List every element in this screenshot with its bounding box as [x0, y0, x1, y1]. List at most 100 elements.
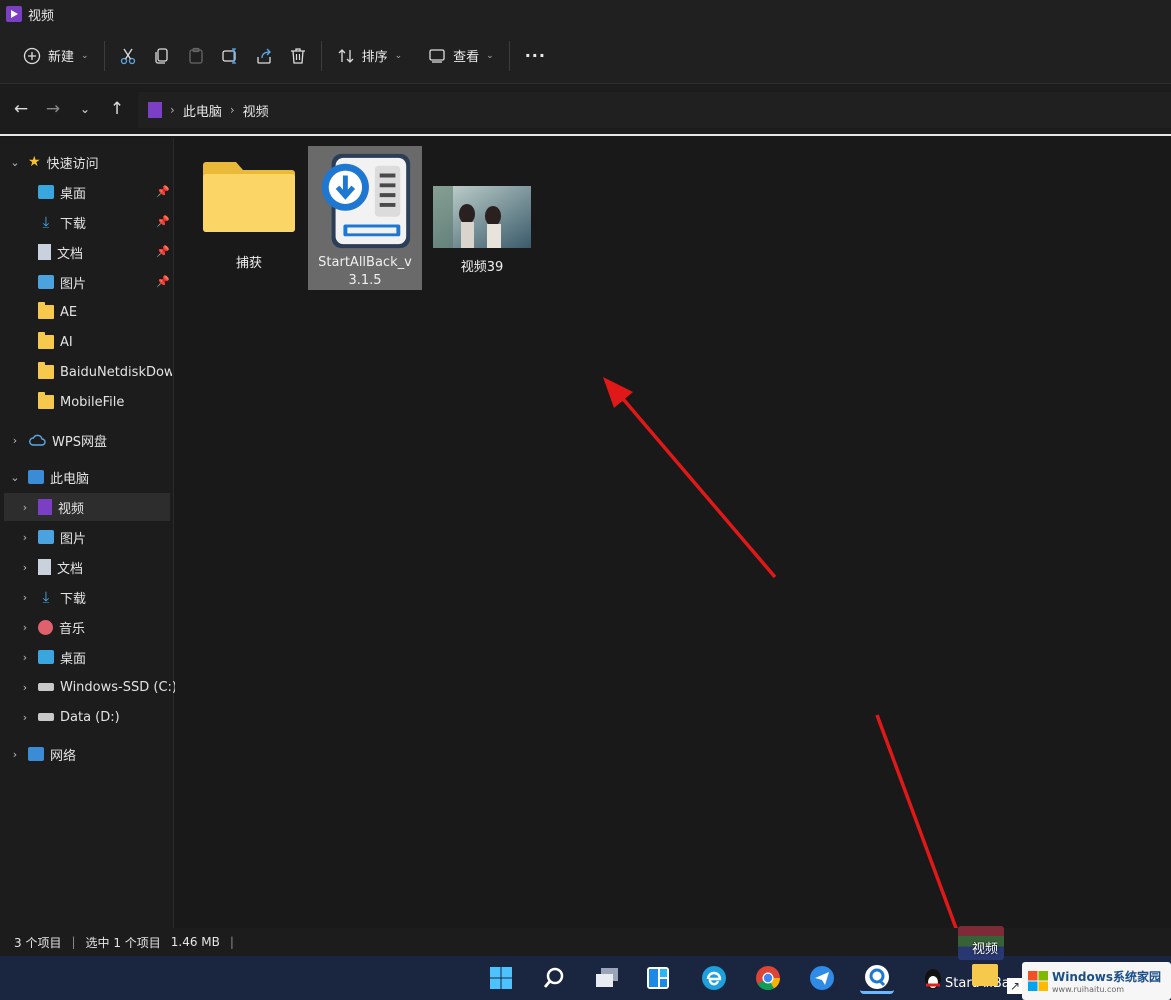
video-thumbnail-icon	[433, 186, 531, 248]
watermark-url: www.ruihaitu.com	[1052, 985, 1125, 994]
chevron-right-icon: ›	[22, 500, 28, 514]
sidebar-item-ae[interactable]: AE	[38, 298, 77, 326]
view-button[interactable]: 查看 ⌄	[419, 38, 503, 74]
search-icon	[543, 967, 564, 988]
share-button[interactable]	[247, 38, 281, 74]
file-name: 捕获	[235, 256, 262, 271]
forward-button[interactable]: →	[37, 93, 69, 125]
chevron-right-icon: ›	[229, 103, 235, 117]
sidebar-item-drive-d[interactable]: › Data (D:)	[18, 703, 120, 731]
sidebar-item-pictures[interactable]: 图片 📌	[38, 268, 170, 296]
sidebar-item-network[interactable]: › 网络	[8, 740, 76, 768]
widgets-button[interactable]	[641, 962, 675, 994]
sidebar-label: AE	[60, 304, 78, 320]
divider	[508, 40, 510, 71]
sidebar-item-ai[interactable]: AI	[38, 328, 73, 356]
penguin-icon	[925, 969, 941, 989]
sidebar-item-quick-access[interactable]: ⌄ ★ 快速访问	[8, 148, 98, 176]
sidebar-item-desktop-pc[interactable]: › 桌面	[18, 643, 86, 671]
clipboard-icon	[188, 47, 203, 64]
task-view-button[interactable]	[590, 962, 624, 994]
link-arrow-icon: ↗	[1007, 978, 1023, 994]
drag-file-explorer[interactable]: 视频	[958, 926, 1008, 986]
search-button[interactable]	[537, 962, 571, 994]
sidebar-label: Windows-SSD (C:)	[60, 679, 177, 695]
sidebar-label: 此电脑	[50, 471, 90, 487]
up-button[interactable]: ↑	[101, 93, 133, 125]
file-item-video[interactable]: 视频39	[427, 186, 537, 276]
plus-circle-icon	[23, 47, 41, 64]
chrome-button[interactable]	[751, 962, 785, 994]
sidebar-label: 下载	[60, 591, 87, 607]
back-button[interactable]: ←	[5, 93, 37, 125]
sidebar-label: WPS网盘	[52, 434, 107, 450]
file-explorer-icon	[972, 964, 998, 986]
picture-icon	[38, 275, 54, 289]
cut-button[interactable]	[111, 38, 145, 74]
sidebar-label: 图片	[60, 276, 87, 292]
copy-button[interactable]	[145, 38, 179, 74]
windows-logo-icon	[1028, 971, 1048, 991]
address-bar-row: ← → ⌄ ↑ › 此电脑 › 视频	[0, 84, 1171, 136]
sidebar-label: MobileFile	[60, 394, 125, 410]
sidebar-label: 图片	[60, 531, 87, 547]
arrow-up-icon: ↑	[109, 99, 125, 119]
desktop-icon	[38, 650, 54, 664]
sidebar-item-drive-c[interactable]: › Windows-SSD (C:)	[18, 673, 177, 701]
drive-icon	[38, 683, 54, 691]
sidebar-item-baidunetdisk[interactable]: BaiduNetdiskDow	[38, 358, 172, 386]
divider: |	[229, 935, 234, 949]
file-item-installer[interactable]: StartAllBack_v3.1.5	[308, 146, 422, 290]
breadcrumb-videos[interactable]: 视频	[243, 101, 269, 120]
recent-locations-button[interactable]: ⌄	[69, 93, 101, 125]
file-name: 视频39	[460, 260, 504, 275]
view-icon	[429, 48, 445, 63]
sidebar-item-documents-pc[interactable]: › 文档	[18, 553, 83, 581]
sidebar-item-pictures-pc[interactable]: › 图片	[18, 523, 86, 551]
chevron-right-icon: ›	[22, 590, 28, 604]
installer-icon	[321, 153, 411, 249]
download-icon: ⤓	[42, 588, 50, 606]
delete-button[interactable]	[281, 38, 315, 74]
sidebar-label: 桌面	[60, 186, 87, 202]
sidebar-item-desktop[interactable]: 桌面 📌	[38, 178, 170, 206]
computer-icon	[28, 470, 44, 484]
sort-label: 排序	[361, 50, 388, 65]
sidebar-item-downloads-pc[interactable]: › ⤓ 下载	[18, 583, 86, 611]
rename-button[interactable]	[213, 38, 247, 74]
paste-button[interactable]	[179, 38, 213, 74]
browser-q-button[interactable]	[860, 962, 894, 994]
document-icon	[38, 559, 51, 575]
folder-icon	[38, 302, 54, 319]
sidebar-item-documents[interactable]: 文档 📌	[38, 238, 170, 266]
sidebar-item-wps[interactable]: › WPS网盘	[8, 426, 107, 454]
address-bar[interactable]: › 此电脑 › 视频	[138, 92, 1171, 128]
divider: |	[71, 935, 76, 949]
messenger-button[interactable]	[805, 962, 839, 994]
pin-icon: 📌	[156, 185, 170, 198]
sidebar-item-videos[interactable]: › 视频	[4, 493, 170, 521]
new-button[interactable]: 新建 ⌄	[14, 38, 98, 74]
file-list: 捕获 StartAllBack_v3.1.5 视频39	[175, 138, 1171, 928]
sidebar-item-music[interactable]: › 音乐	[18, 613, 85, 641]
folder-icon	[203, 162, 295, 232]
file-item-folder[interactable]: 捕获	[197, 156, 301, 276]
edge-button[interactable]	[697, 962, 731, 994]
sidebar-label: 视频	[58, 501, 85, 517]
paper-plane-icon	[810, 966, 834, 990]
sidebar-item-downloads[interactable]: ⤓ 下载 📌	[38, 208, 170, 236]
more-label: ···	[524, 46, 546, 65]
selection-count: 选中 1 个项目	[85, 935, 161, 950]
network-icon	[28, 747, 44, 761]
start-button[interactable]	[484, 962, 518, 994]
view-label: 查看	[453, 50, 480, 65]
breadcrumb-this-pc[interactable]: 此电脑	[183, 101, 222, 120]
sidebar-item-this-pc[interactable]: ⌄ 此电脑	[8, 463, 89, 491]
sort-button[interactable]: 排序 ⌄	[328, 38, 412, 74]
sidebar-item-mobilefile[interactable]: MobileFile	[38, 388, 124, 416]
more-button[interactable]: ···	[516, 38, 555, 74]
arrow-left-icon: ←	[13, 99, 29, 119]
chevron-right-icon: ›	[22, 680, 28, 694]
sidebar-label: Data (D:)	[60, 709, 120, 725]
folder-icon	[38, 362, 54, 379]
